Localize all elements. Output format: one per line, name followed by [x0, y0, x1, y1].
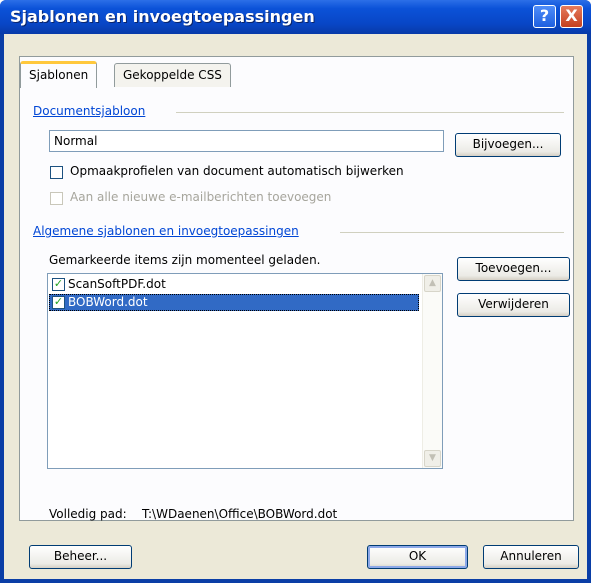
remove-button[interactable]: Verwijderen [457, 293, 570, 317]
list-item[interactable]: ✓ ScanSoftPDF.dot [49, 276, 419, 293]
help-button[interactable]: ? [533, 5, 556, 28]
manage-button[interactable]: Beheer... [29, 545, 132, 569]
vertical-scrollbar[interactable]: ▲ ▼ [422, 274, 442, 468]
add-button[interactable]: Toevoegen... [457, 257, 570, 281]
global-templates-list[interactable]: ✓ ScanSoftPDF.dot ✓ BOBWord.dot ▲ ▼ [47, 273, 443, 469]
global-templates-group-label: Algemene sjablonen en invoegtoepassingen [33, 224, 299, 238]
item-checkbox[interactable]: ✓ [52, 296, 65, 309]
auto-update-styles-checkbox[interactable] [50, 166, 63, 179]
ok-button[interactable]: OK [367, 545, 468, 569]
group-divider [176, 112, 564, 113]
document-template-group-label: Documentsjabloon [33, 104, 146, 118]
tab-gekoppelde-css[interactable]: Gekoppelde CSS [114, 63, 231, 87]
cancel-button[interactable]: Annuleren [483, 545, 579, 569]
auto-update-styles-label: Opmaakprofielen van document automatisch… [70, 164, 404, 178]
loaded-items-hint: Gemarkeerde items zijn momenteel geladen… [49, 253, 321, 267]
attach-button[interactable]: Bijvoegen... [455, 133, 561, 157]
window-title: Sjablonen en invoegtoepassingen [10, 7, 315, 26]
scroll-down-icon[interactable]: ▼ [424, 450, 441, 467]
group-divider [340, 232, 564, 233]
full-path-label: Volledig pad: [49, 507, 127, 521]
title-bar[interactable]: Sjablonen en invoegtoepassingen ? X [0, 0, 591, 34]
list-item[interactable]: ✓ BOBWord.dot [49, 294, 419, 311]
scroll-up-icon[interactable]: ▲ [424, 275, 441, 292]
list-item-label: BOBWord.dot [68, 295, 148, 309]
document-template-input[interactable]: Normal [49, 130, 444, 152]
close-button[interactable]: X [560, 5, 583, 28]
email-attach-label: Aan alle nieuwe e-mailberichten toevoege… [70, 190, 332, 204]
tab-sjablonen[interactable]: Sjablonen [20, 61, 98, 88]
full-path-value: T:\WDaenen\Office\BOBWord.dot [142, 507, 338, 521]
list-item-label: ScanSoftPDF.dot [68, 277, 166, 291]
item-checkbox[interactable]: ✓ [52, 278, 65, 291]
email-attach-checkbox[interactable] [50, 192, 63, 205]
